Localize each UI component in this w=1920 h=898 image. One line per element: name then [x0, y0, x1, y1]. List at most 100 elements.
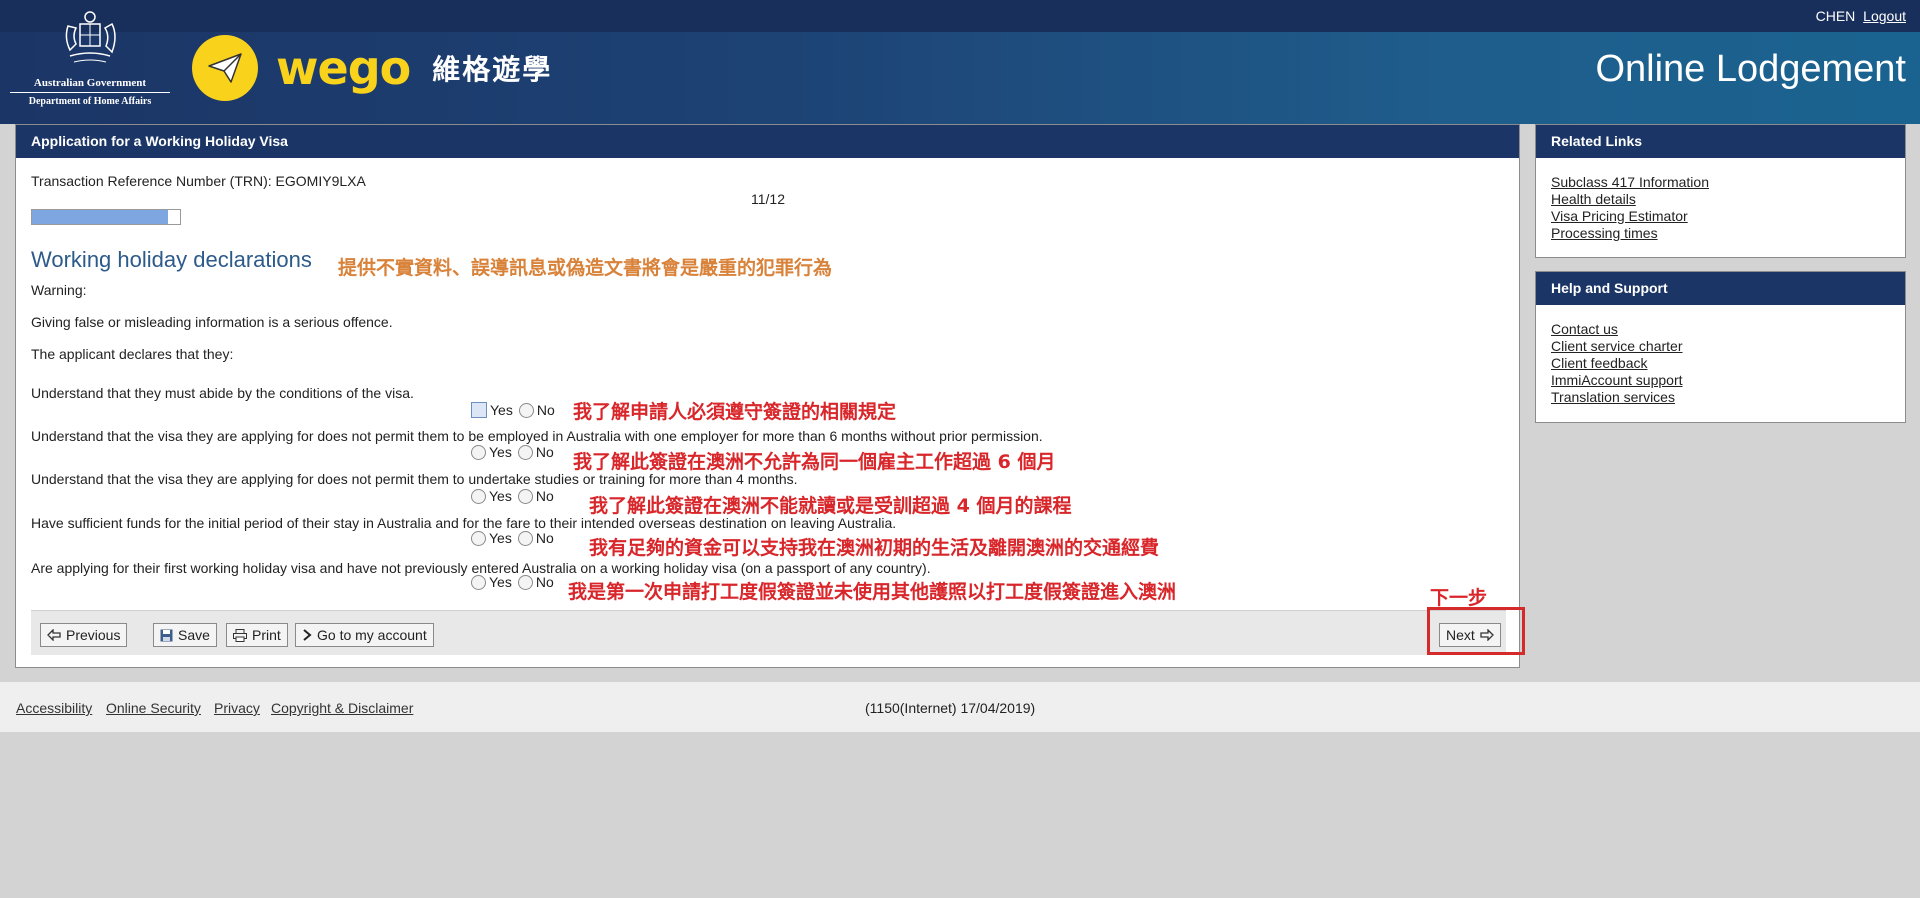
question-3-options: Yes No [471, 488, 560, 504]
copyright-disclaimer-link[interactable]: Copyright & Disclaimer [271, 700, 413, 716]
site-header: Australian Government Department of Home… [0, 0, 1920, 124]
list-item: Processing times [1551, 225, 1890, 242]
progress-bar-fill [32, 210, 168, 224]
no-label: No [535, 488, 554, 504]
trn-label: Transaction Reference Number (TRN): EGOM… [31, 173, 366, 189]
step-counter: 11/12 [751, 191, 785, 207]
go-to-account-label: Go to my account [317, 627, 427, 643]
user-bar: CHEN Logout [1816, 8, 1906, 24]
version-info: (1150(Internet) 17/04/2019) [865, 700, 1036, 716]
related-links-panel: Related Links Subclass 417 Information H… [1535, 124, 1906, 258]
immiaccount-support-link[interactable]: ImmiAccount support [1551, 372, 1683, 388]
government-logo: Australian Government Department of Home… [10, 8, 170, 110]
printer-icon [233, 628, 247, 642]
yes-radio[interactable] [471, 488, 486, 504]
list-item: Subclass 417 Information [1551, 174, 1890, 191]
panel-title: Application for a Working Holiday Visa [16, 125, 1519, 158]
list-item: Health details [1551, 191, 1890, 208]
subclass-417-link[interactable]: Subclass 417 Information [1551, 174, 1709, 190]
department-name: Department of Home Affairs [28, 96, 152, 107]
yes-label: Yes [489, 488, 512, 504]
yes-radio[interactable] [471, 530, 486, 546]
yes-label: Yes [489, 530, 512, 546]
question-annotation: 我了解申請人必須遵守簽證的相關規定 [573, 401, 897, 423]
yes-radio[interactable] [471, 402, 487, 418]
site-title: Online Lodgement [1595, 48, 1906, 90]
client-service-charter-link[interactable]: Client service charter [1551, 338, 1683, 354]
accessibility-link[interactable]: Accessibility [16, 700, 92, 716]
paper-plane-icon [192, 35, 258, 101]
application-panel: Application for a Working Holiday Visa T… [15, 124, 1525, 668]
list-item: Visa Pricing Estimator [1551, 208, 1890, 225]
yes-radio[interactable] [471, 574, 486, 590]
floppy-disk-icon [160, 629, 173, 641]
question-text: Understand that they must abide by the c… [31, 385, 414, 401]
arrow-left-icon [47, 629, 61, 641]
yes-label: Yes [489, 574, 512, 590]
question-5-options: Yes No [471, 574, 560, 590]
print-label: Print [252, 627, 281, 643]
navigation-bar: Previous Save Print Go to my account Nex… [31, 610, 1506, 655]
yes-label: Yes [490, 402, 513, 418]
coat-of-arms-icon [65, 11, 116, 63]
help-support-panel: Help and Support Contact us Client servi… [1535, 271, 1906, 423]
username: CHEN [1815, 8, 1856, 24]
list-item: Client service charter [1551, 338, 1890, 355]
section-title: Working holiday declarations [31, 247, 312, 272]
next-highlight-box [1427, 607, 1525, 655]
no-radio[interactable] [517, 488, 533, 504]
wego-logo: wego 維格遊學 [192, 32, 552, 104]
question-text: Have sufficient funds for the initial pe… [31, 515, 897, 531]
no-radio[interactable] [517, 530, 533, 546]
question-1-options: Yes No [471, 402, 561, 418]
health-details-link[interactable]: Health details [1551, 191, 1636, 207]
save-label: Save [178, 627, 210, 643]
no-radio[interactable] [517, 574, 533, 590]
save-button[interactable]: Save [153, 623, 217, 647]
question-4-options: Yes No [471, 530, 560, 546]
chevron-right-icon [303, 629, 312, 641]
translation-services-link[interactable]: Translation services [1551, 389, 1675, 405]
list-item: Translation services [1551, 389, 1890, 406]
warning-label: Warning: [31, 282, 87, 298]
question-annotation: 我有足夠的資金可以支持我在澳洲初期的生活及離開澳洲的交通經費 [589, 537, 1160, 559]
visa-pricing-link[interactable]: Visa Pricing Estimator [1551, 208, 1688, 224]
help-links-list: Contact us Client service charter Client… [1536, 305, 1905, 406]
related-links-title: Related Links [1536, 125, 1905, 158]
contact-us-link[interactable]: Contact us [1551, 321, 1618, 337]
no-label: No [535, 444, 554, 460]
processing-times-link[interactable]: Processing times [1551, 225, 1658, 241]
yes-label: Yes [489, 444, 512, 460]
question-text: Understand that the visa they are applyi… [31, 428, 1043, 444]
related-links-list: Subclass 417 Information Health details … [1536, 158, 1905, 242]
question-text: Understand that the visa they are applyi… [31, 471, 798, 487]
question-annotation: 我了解此簽證在澳洲不能就讀或是受訓超過 4 個月的課程 [589, 495, 1072, 517]
brand-wordmark: wego [276, 41, 411, 95]
help-support-title: Help and Support [1536, 272, 1905, 305]
list-item: Contact us [1551, 321, 1890, 338]
logout-link[interactable]: Logout [1863, 8, 1906, 24]
no-label: No [535, 574, 554, 590]
online-security-link[interactable]: Online Security [106, 700, 201, 716]
previous-button[interactable]: Previous [40, 623, 128, 647]
next-annotation: 下一步 [1430, 587, 1488, 609]
print-button[interactable]: Print [226, 623, 288, 647]
question-annotation: 我了解此簽證在澳洲不允許為同一個雇主工作超過 6 個月 [573, 451, 1056, 473]
brand-chinese-name: 維格遊學 [432, 53, 553, 86]
privacy-link[interactable]: Privacy [214, 700, 260, 716]
no-radio[interactable] [517, 444, 533, 460]
question-annotation: 我是第一次申請打工度假簽證並未使用其他護照以打工度假簽證進入澳洲 [568, 581, 1177, 603]
previous-label: Previous [66, 627, 121, 643]
gov-name: Australian Government [10, 77, 170, 93]
no-label: No [535, 530, 554, 546]
no-radio[interactable] [518, 402, 534, 418]
list-item: ImmiAccount support [1551, 372, 1890, 389]
section-annotation: 提供不實資料、誤導訊息或偽造文書將會是嚴重的犯罪行為 [338, 257, 833, 279]
declares-text: The applicant declares that they: [31, 346, 234, 362]
list-item: Client feedback [1551, 355, 1890, 372]
yes-radio[interactable] [471, 444, 486, 460]
go-to-account-button[interactable]: Go to my account [295, 623, 434, 647]
no-label: No [536, 402, 555, 418]
client-feedback-link[interactable]: Client feedback [1551, 355, 1648, 371]
progress-bar [31, 209, 181, 225]
